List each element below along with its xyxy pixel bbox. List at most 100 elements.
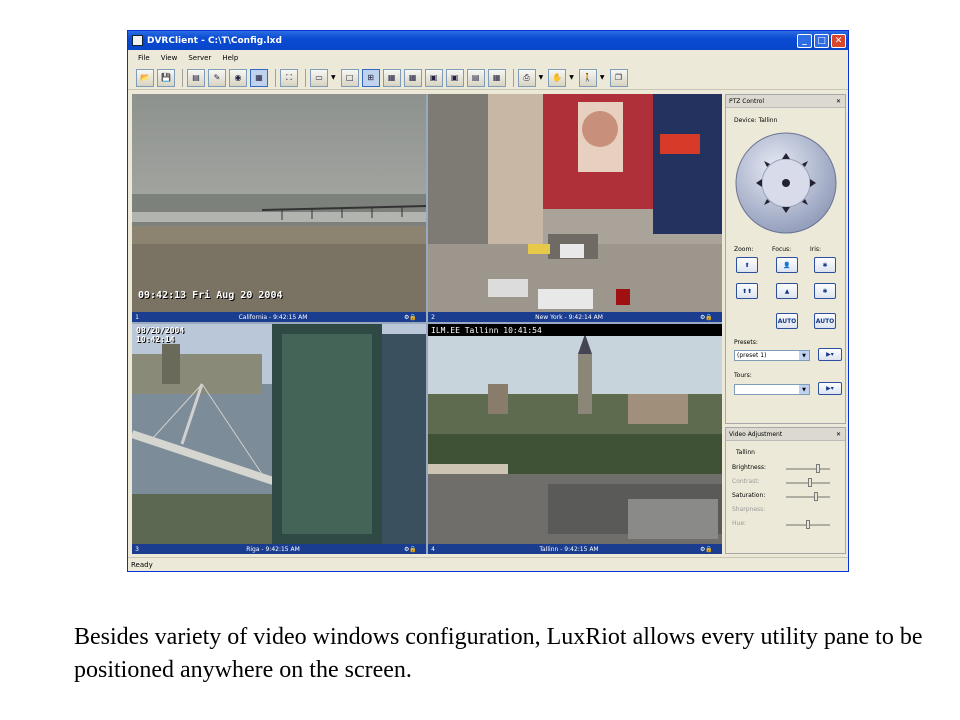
chevron-down-icon[interactable]: ▼: [799, 351, 809, 360]
beach-scene: [132, 94, 426, 312]
menu-help[interactable]: Help: [222, 54, 238, 62]
video-caption: Riga - 9:42:15 AM: [246, 545, 300, 553]
video-number: 1: [135, 313, 139, 321]
motion-icon[interactable]: 🚶: [578, 68, 597, 87]
layout-4x4-icon[interactable]: ▦: [403, 68, 422, 87]
chevron-down-icon[interactable]: ▼: [331, 74, 336, 81]
menu-view[interactable]: View: [161, 54, 178, 62]
video-tile-3[interactable]: 08/20/2004 10:42:14 3 Riga - 9:42:15 AM …: [132, 324, 426, 554]
contrast-label: Contrast:: [732, 478, 760, 485]
pane-title-bar[interactable]: PTZ Control ✕: [726, 95, 845, 108]
toolbar: 📂 💾 ▤ ✎ ◉ ▦ ⛶ ▭ ▼ □ ⊞ ▦ ▦ ▣ ▣ ▤ ▦ ⎙ ▼ ✋ …: [128, 66, 848, 90]
save-icon[interactable]: 💾: [157, 68, 175, 87]
adjust-camera-name: Tallinn: [736, 449, 755, 456]
chevron-down-icon[interactable]: ▼: [600, 74, 605, 81]
tours-select[interactable]: ▼: [734, 384, 810, 395]
video-tile-4[interactable]: ILM.EE Tallinn 10:41:54 4 Tallinn - 9:42…: [428, 324, 722, 554]
city-scene: [428, 94, 722, 312]
video-feed-riga: 08/20/2004 10:42:14: [132, 324, 426, 544]
go-preset-button[interactable]: ▶▾: [818, 348, 842, 361]
chevron-down-icon[interactable]: ▼: [799, 385, 809, 394]
video-tile-2[interactable]: 2 New York - 9:42:14 AM ⚙🔒: [428, 94, 722, 322]
minimize-button[interactable]: _: [797, 33, 812, 48]
menu-bar: File View Server Help: [128, 50, 848, 65]
menu-file[interactable]: File: [138, 54, 150, 62]
layout-2p8-icon[interactable]: ▤: [466, 68, 485, 87]
iris-close-button[interactable]: ✱: [814, 283, 836, 299]
snapshot-icon[interactable]: ⎙: [517, 68, 536, 87]
close-button[interactable]: ✕: [831, 33, 846, 48]
video-feed-tallinn: ILM.EE Tallinn 10:41:54: [428, 324, 722, 544]
video-status-icons: ⚙🔒: [404, 313, 417, 321]
close-icon[interactable]: ✕: [836, 431, 841, 438]
brightness-slider[interactable]: [786, 464, 830, 473]
ptz-pane-title: PTZ Control: [729, 97, 764, 105]
chevron-down-icon[interactable]: ▼: [569, 74, 574, 81]
hue-label: Hue:: [732, 520, 747, 527]
ptz-joystick[interactable]: [734, 131, 838, 235]
layout-3x3-icon[interactable]: ▦: [382, 68, 401, 87]
iris-open-button[interactable]: ✱: [814, 257, 836, 273]
hue-slider[interactable]: [786, 520, 830, 529]
video-osd-banner: ILM.EE Tallinn 10:41:54: [428, 324, 722, 336]
layout-1p7-icon[interactable]: ▣: [445, 68, 464, 87]
video-number: 3: [135, 545, 139, 553]
record-icon[interactable]: ◉: [229, 68, 247, 87]
toolbar-separator: [305, 68, 306, 87]
archive-icon[interactable]: ▦: [250, 68, 268, 87]
app-icon: [132, 35, 143, 46]
video-adjustment-pane: Video Adjustment ✕ Tallinn Brightness: C…: [725, 427, 846, 554]
ptz-hand-icon[interactable]: ✋: [548, 68, 567, 87]
app-window: DVRClient - C:\T\Config.lxd _ □ ✕ File V…: [127, 30, 849, 572]
saturation-slider[interactable]: [786, 492, 830, 501]
video-timestamp-osd: 08/20/2004 10:42:14: [136, 326, 185, 344]
presets-select[interactable]: (preset 1) ▼: [734, 350, 810, 361]
focus-auto-button[interactable]: AUTO: [776, 313, 798, 329]
status-text: Ready: [131, 560, 153, 569]
layout-1x1-icon[interactable]: □: [340, 68, 359, 87]
monitor-icon[interactable]: ▭: [310, 68, 328, 87]
video-caption: New York - 9:42:14 AM: [535, 313, 603, 321]
fullscreen-icon[interactable]: ⛶: [280, 68, 298, 87]
open-icon[interactable]: 📂: [136, 68, 154, 87]
video-status-icons: ⚙🔒: [700, 545, 713, 553]
video-caption-bar: 4 Tallinn - 9:42:15 AM ⚙🔒: [428, 544, 722, 554]
video-adjustment-title: Video Adjustment: [729, 430, 783, 438]
menu-server[interactable]: Server: [188, 54, 211, 62]
contrast-slider[interactable]: [786, 478, 830, 487]
zoom-out-button[interactable]: ⬆⬆: [736, 283, 758, 299]
window-icon[interactable]: ❐: [609, 68, 628, 87]
layout-4x4b-icon[interactable]: ▦: [487, 68, 506, 87]
iris-auto-button[interactable]: AUTO: [814, 313, 836, 329]
go-tour-button[interactable]: ▶▾: [818, 382, 842, 395]
properties-icon[interactable]: ▤: [187, 68, 205, 87]
iris-label: Iris:: [810, 246, 822, 253]
ptz-control-pane: PTZ Control ✕ Device: Tallinn Zoom: Focu…: [725, 94, 846, 424]
pane-title-bar[interactable]: Video Adjustment ✕: [726, 428, 845, 441]
slider-thumb[interactable]: [816, 464, 820, 473]
video-caption-bar: 1 California - 9:42:15 AM ⚙🔒: [132, 312, 426, 322]
maximize-button[interactable]: □: [814, 33, 829, 48]
focus-near-button[interactable]: 👤: [776, 257, 798, 273]
edit-icon[interactable]: ✎: [208, 68, 226, 87]
slider-thumb[interactable]: [814, 492, 818, 501]
layout-1p5-icon[interactable]: ▣: [424, 68, 443, 87]
brightness-label: Brightness:: [732, 464, 766, 471]
chevron-down-icon[interactable]: ▼: [539, 74, 544, 81]
video-status-icons: ⚙🔒: [404, 545, 417, 553]
close-icon[interactable]: ✕: [836, 98, 841, 105]
toolbar-separator: [512, 68, 514, 87]
old-town-scene: [428, 324, 722, 544]
title-bar[interactable]: DVRClient - C:\T\Config.lxd _ □ ✕: [128, 31, 848, 50]
focus-far-button[interactable]: ▲: [776, 283, 798, 299]
focus-label: Focus:: [772, 246, 792, 253]
slider-thumb[interactable]: [808, 478, 812, 487]
video-timestamp-osd: 09:42:13 Fri Aug 20 2004: [138, 290, 283, 301]
slider-thumb[interactable]: [806, 520, 810, 529]
video-tile-1[interactable]: 09:42:13 Fri Aug 20 2004 1 California - …: [132, 94, 426, 322]
video-caption-bar: 3 Riga - 9:42:15 AM ⚙🔒: [132, 544, 426, 554]
layout-2x2-icon[interactable]: ⊞: [361, 68, 380, 87]
zoom-in-button[interactable]: ⬆: [736, 257, 758, 273]
video-feed-new-york: [428, 94, 722, 312]
zoom-label: Zoom:: [734, 246, 754, 253]
